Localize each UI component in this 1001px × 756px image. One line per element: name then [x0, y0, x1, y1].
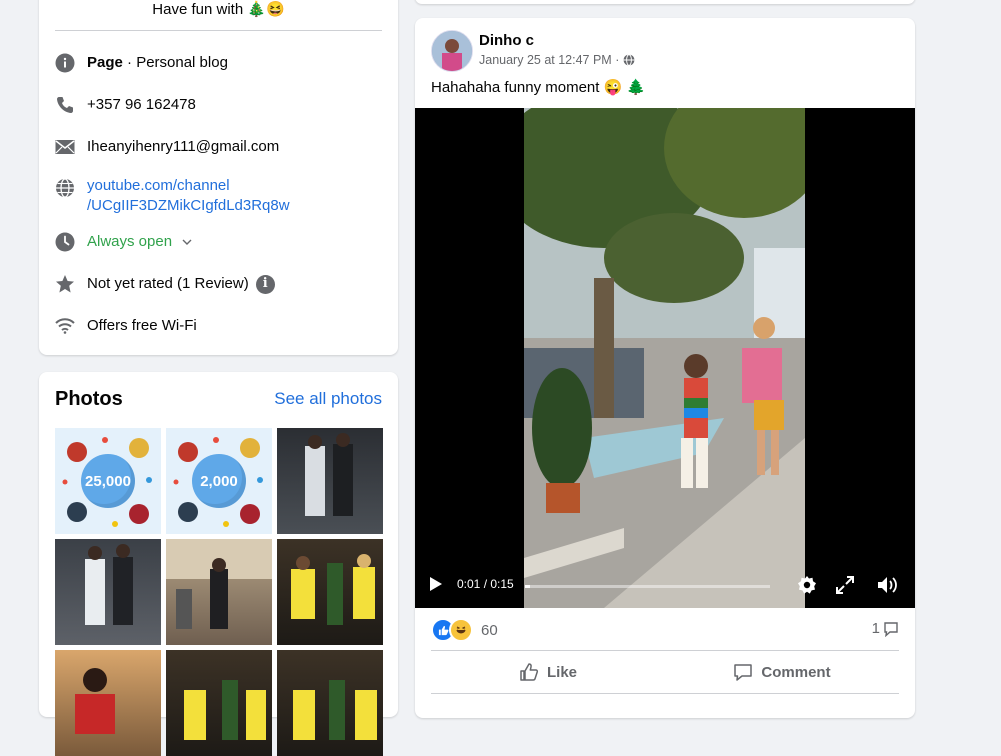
video-controls: 0:01 / 0:15 — [415, 564, 915, 608]
post-timestamp[interactable]: January 25 at 12:47 PM · — [479, 53, 623, 67]
photo-thumbnail[interactable] — [277, 539, 383, 645]
phone-number[interactable]: +357 96 162478 — [87, 95, 196, 115]
post-text: Hahahaha funny moment 😜 🌲 — [431, 79, 646, 96]
reactions-summary[interactable]: 60 — [431, 618, 498, 642]
photo-grid: 25,000 2,000 — [55, 428, 383, 756]
category-value: · Personal blog — [122, 54, 228, 71]
photo-thumbnail[interactable] — [277, 650, 383, 756]
photo-thumbnail[interactable] — [277, 428, 383, 534]
like-icon — [520, 663, 539, 681]
wifi-text: Offers free Wi-Fi — [87, 317, 197, 334]
video-progress-bar[interactable] — [525, 585, 770, 588]
post-actions: Like Comment — [431, 650, 899, 694]
milestone-balloon: 2,000 — [192, 454, 246, 508]
comment-button[interactable]: Comment — [665, 651, 899, 693]
photos-card: Photos See all photos 25,000 2,000 — [39, 372, 398, 756]
comment-bubble-icon — [883, 621, 899, 637]
rating-row: Not yet rated (1 Review) i — [55, 274, 386, 294]
clock-icon — [55, 232, 75, 252]
video-progress-fill — [525, 585, 530, 588]
previous-post-card — [415, 0, 915, 4]
comment-label: Comment — [761, 663, 831, 681]
author-name[interactable]: Dinho c — [479, 32, 534, 49]
video-frame — [524, 108, 805, 608]
category-row: Page · Personal blog — [55, 53, 386, 73]
photo-thumbnail[interactable]: 2,000 — [166, 428, 272, 534]
wifi-icon — [55, 316, 75, 336]
video-time: 0:01 / 0:15 — [457, 577, 514, 591]
settings-icon[interactable] — [797, 575, 817, 600]
video-player[interactable]: 0:01 / 0:15 — [415, 108, 915, 608]
rating-text: Not yet rated (1 Review) — [87, 275, 249, 292]
play-icon[interactable] — [429, 576, 443, 597]
globe-icon — [55, 178, 75, 198]
hours-status: Always open — [87, 233, 173, 250]
post-card: Dinho c January 25 at 12:47 PM · Hahahah… — [415, 18, 915, 718]
phone-icon — [55, 95, 75, 115]
reaction-count: 60 — [481, 621, 498, 639]
comment-count-link[interactable]: 1 — [872, 620, 899, 637]
comment-icon — [734, 664, 753, 681]
photo-thumbnail[interactable] — [55, 539, 161, 645]
rating-info-icon[interactable]: i — [255, 274, 275, 294]
website-link[interactable]: youtube.com/channel /UCgIIF3DZMikCIgfdLd… — [87, 176, 290, 216]
milestone-balloon: 25,000 — [81, 454, 135, 508]
see-all-photos-link[interactable]: See all photos — [274, 389, 382, 409]
photo-thumbnail[interactable] — [166, 650, 272, 756]
post-meta: January 25 at 12:47 PM · — [479, 53, 635, 69]
chevron-down-icon — [182, 232, 192, 252]
phone-row: +357 96 162478 — [55, 95, 386, 115]
photo-thumbnail[interactable]: 25,000 — [55, 428, 161, 534]
hours-toggle[interactable]: Always open — [87, 232, 192, 252]
star-icon — [55, 274, 75, 294]
info-icon — [55, 53, 75, 73]
website-row: youtube.com/channel /UCgIIF3DZMikCIgfdLd… — [55, 176, 386, 216]
like-button[interactable]: Like — [431, 651, 665, 693]
intro-tagline: Have fun with 🎄😆 — [152, 1, 285, 18]
email-row: Iheanyihenry111@gmail.com — [55, 137, 386, 157]
intro-divider — [55, 30, 382, 31]
hours-row: Always open — [55, 232, 386, 252]
photo-thumbnail[interactable] — [55, 650, 161, 756]
comment-count: 1 — [871, 620, 880, 637]
fullscreen-icon[interactable] — [836, 576, 854, 599]
email-icon — [55, 137, 75, 157]
photos-title: Photos — [55, 388, 123, 410]
like-label: Like — [546, 663, 577, 681]
volume-icon[interactable] — [876, 575, 900, 600]
website-link-line1: youtube.com/channel — [87, 177, 230, 194]
haha-reaction-icon — [449, 618, 473, 642]
wifi-row: Offers free Wi-Fi — [55, 316, 386, 336]
category-label: Page — [87, 54, 123, 71]
photo-thumbnail[interactable] — [166, 539, 272, 645]
intro-card: Have fun with 🎄😆 Page · Personal blog +3… — [39, 0, 398, 355]
author-avatar[interactable] — [431, 30, 473, 72]
globe-privacy-icon — [623, 54, 635, 69]
website-link-line2: /UCgIIF3DZMikCIgfdLd3Rq8w — [87, 197, 290, 214]
email-address[interactable]: Iheanyihenry111@gmail.com — [87, 137, 279, 157]
